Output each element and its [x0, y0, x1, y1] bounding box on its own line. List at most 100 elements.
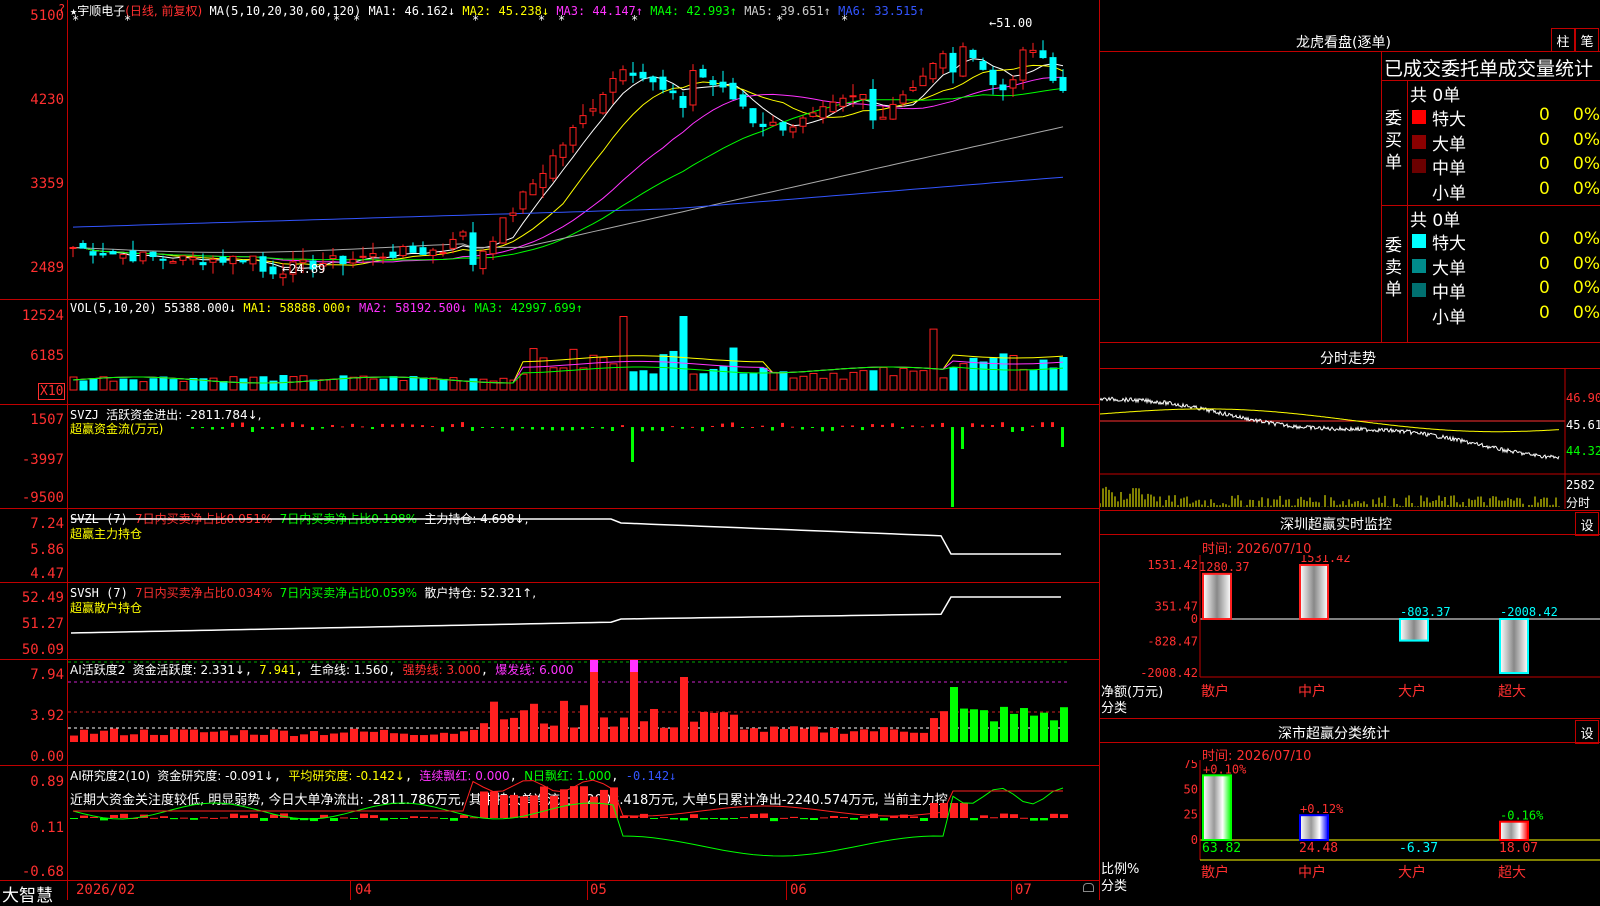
flow-bar [891, 423, 894, 427]
tick-mode-button[interactable]: 笔 [1575, 28, 1599, 52]
order-color-swatch [1412, 134, 1426, 149]
research-bar [720, 818, 728, 820]
candle [609, 78, 617, 93]
order-pct: 0% [1573, 129, 1600, 150]
ai-active-tick: 3.92 [30, 708, 64, 724]
flow-bar [381, 423, 384, 427]
research-bar [490, 791, 498, 818]
research-bar [590, 796, 598, 818]
research-bar [860, 816, 868, 818]
flow-bar [301, 424, 304, 427]
sz-category: 超大 [1498, 684, 1526, 700]
flow-bar [641, 427, 644, 432]
research-bar [1040, 818, 1048, 821]
candle [139, 251, 147, 262]
candle [359, 255, 367, 258]
research-bar [110, 814, 118, 818]
flow-bar [491, 427, 494, 428]
flow-bar [191, 427, 194, 429]
flow-bar [701, 427, 704, 432]
activity-bar [1000, 706, 1008, 742]
candle [659, 76, 667, 90]
volume-bar [829, 372, 838, 391]
flow-bar [481, 427, 484, 428]
candle [89, 251, 97, 256]
flow-bar [881, 424, 884, 427]
flow-bar [281, 423, 284, 427]
candle [759, 123, 767, 127]
question-icon[interactable]: ? [58, 2, 65, 16]
fl-axis-tick: 0 [1191, 833, 1198, 847]
order-count: 0 [1539, 278, 1550, 298]
candlestick-chart[interactable]: * * * * * * * * * * [68, 0, 1099, 299]
research-bar [650, 818, 658, 819]
activity-bar [770, 726, 778, 742]
ai-research-tick: 0.89 [30, 774, 64, 790]
volume-bar [69, 376, 78, 391]
activity-bar [120, 735, 128, 742]
order-color-swatch [1412, 159, 1426, 173]
order-count: 0 [1539, 105, 1550, 125]
volume-bar [469, 378, 478, 391]
flow-bar [931, 424, 934, 427]
research-bar [70, 818, 78, 819]
fl-xlabel: 分类 [1101, 879, 1128, 894]
intraday-chart[interactable] [1100, 369, 1600, 509]
order-color-swatch [1412, 283, 1426, 297]
bar-mode-button[interactable]: 柱 [1551, 28, 1575, 52]
activity-bar [740, 729, 748, 742]
flow-bar [231, 422, 234, 427]
flow-bar [1021, 427, 1024, 432]
volume-chart[interactable] [68, 300, 1099, 404]
activity-bar [420, 735, 428, 742]
candle [509, 212, 517, 216]
retail-holding-chart[interactable] [68, 583, 1099, 659]
candle [99, 252, 107, 256]
candle [669, 90, 677, 94]
sz-monitor-chart[interactable]: 1531.42351.470-828.47-2008.421280.37散户15… [1100, 555, 1600, 715]
activity-bar [990, 721, 998, 742]
order-color-swatch [1412, 234, 1426, 248]
candle [1029, 49, 1037, 53]
activity-bar [500, 719, 508, 742]
activity-bar [720, 712, 728, 742]
activity-peak [630, 660, 638, 672]
activity-chart[interactable] [68, 660, 1099, 765]
research-bar [420, 816, 428, 818]
date-tick: 2026/02 [76, 882, 136, 898]
research-bar [330, 818, 338, 822]
money-flow-chart[interactable] [68, 405, 1099, 508]
divider [1099, 342, 1600, 343]
candle [1019, 49, 1027, 81]
sz-settings-button[interactable]: 设 [1575, 512, 1599, 536]
research-bar [550, 795, 558, 818]
candle [79, 242, 87, 249]
order-type: 小单 [1432, 307, 1466, 328]
volume-bar [439, 378, 448, 391]
ma-line [72, 176, 1064, 228]
volume-bar [459, 380, 468, 391]
fl-stats-chart[interactable]: 75 50 25 0 +0.10% 63.82 散户 +0.12% 24.48 中户 -6.37 大户… [1100, 760, 1600, 900]
order-color-swatch [1412, 258, 1426, 273]
divider [1099, 51, 1600, 52]
flow-bar [271, 427, 274, 429]
activity-bar [640, 721, 648, 742]
lock-icon[interactable] [1083, 883, 1094, 892]
volume-bar [449, 377, 458, 391]
candle [639, 71, 647, 79]
candle [689, 70, 697, 106]
candle [479, 250, 487, 270]
research-chart[interactable] [68, 766, 1099, 880]
volume-bar [789, 377, 798, 391]
candle [329, 255, 337, 260]
fl-title: 深市超赢分类统计 [1278, 726, 1390, 742]
activity-bar [590, 672, 598, 742]
activity-bar [860, 729, 868, 742]
candle [969, 49, 977, 59]
activity-bar [1030, 715, 1038, 742]
fl-settings-button[interactable]: 设 [1575, 720, 1599, 744]
flow-bar [661, 427, 664, 432]
order-type: 大单 [1432, 258, 1466, 279]
main-holding-chart[interactable] [68, 509, 1099, 582]
order-count: 0 [1539, 302, 1550, 323]
